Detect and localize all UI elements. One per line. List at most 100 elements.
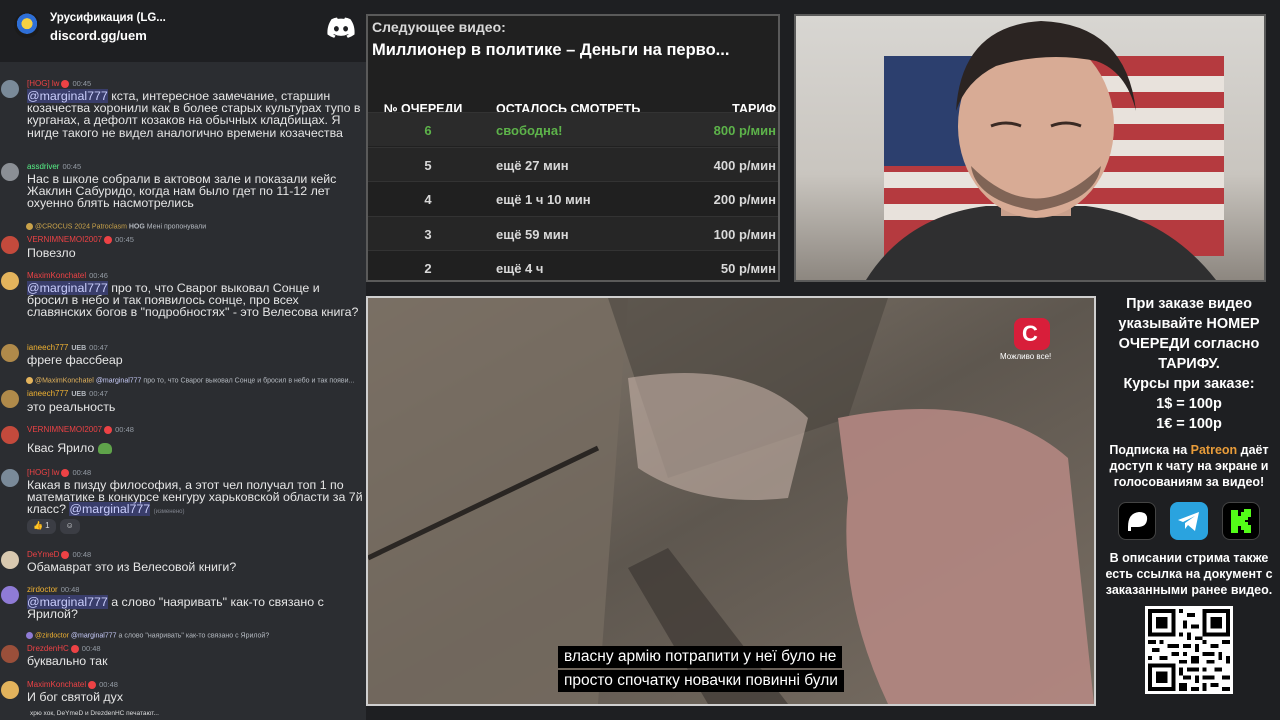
role-badge-icon — [70, 644, 79, 653]
timestamp: 00:48 — [99, 680, 118, 689]
avatar — [1, 469, 19, 487]
server-header: Урусификация (LG... discord.gg/uem — [0, 0, 366, 62]
table-row: 2 ещё 4 ч 50 р/мин — [368, 250, 778, 284]
timestamp: 00:45 — [72, 79, 92, 88]
message-text: И бог святой дух — [27, 690, 124, 704]
timestamp: 00:47 — [89, 343, 108, 352]
avatar — [1, 80, 19, 98]
message-text: Какая в пизду философия, а этот чел полу… — [27, 478, 363, 517]
table-row: 3 ещё 59 мин 100 р/мин — [368, 216, 778, 250]
timestamp: 00:48 — [115, 425, 134, 434]
subtitles: власну армію потрапити у неї було не про… — [558, 646, 898, 694]
avatar — [1, 272, 19, 290]
username[interactable]: VERNIMNEMOI2007 — [27, 235, 102, 244]
username[interactable]: [HOG] lw — [27, 79, 59, 88]
username[interactable]: zirdoctor — [27, 585, 58, 594]
username[interactable]: VERNIMNEMOI2007 — [27, 425, 102, 434]
avatar — [1, 426, 19, 444]
timestamp: 00:46 — [89, 271, 108, 280]
username[interactable]: ianeech777 — [27, 343, 68, 352]
avatar — [1, 236, 19, 254]
avatar — [1, 163, 19, 181]
channel-slogan: Можливо все! — [1000, 352, 1052, 361]
rate-usd: 1$ = 100р — [1156, 396, 1222, 412]
webcam-feed — [794, 14, 1266, 282]
avatar — [1, 344, 19, 362]
video-queue-panel: Следующее видео: Миллионер в политике – … — [366, 14, 780, 282]
patreon-icon[interactable] — [1118, 502, 1156, 540]
timestamp: 00:48 — [81, 644, 101, 653]
edited-label: (изменено) — [153, 509, 185, 516]
message-text: Нас в школе собрали в актовом зале и пок… — [27, 172, 337, 211]
next-video-title: Миллионер в политике – Деньги на перво..… — [372, 41, 730, 59]
kick-icon[interactable] — [1222, 502, 1260, 540]
timestamp: 00:48 — [72, 468, 92, 477]
username[interactable]: MaximKonchatel — [27, 680, 86, 689]
role-badge-icon — [61, 468, 70, 477]
timestamp: 00:45 — [62, 162, 82, 171]
description-note: В описании стрима также есть ссылка на д… — [1105, 551, 1273, 597]
user-mention[interactable]: @marginal777 — [69, 502, 151, 517]
message-text: @marginal777 кста, интересное замечание,… — [27, 89, 361, 140]
reply-preview[interactable]: @zirdoctor @marginal777 а слово "наярива… — [26, 632, 366, 639]
avatar — [1, 390, 19, 408]
avatar — [1, 586, 19, 604]
table-row: 4 ещё 1 ч 10 мин 200 р/мин — [368, 181, 778, 215]
reply-avatar-icon — [26, 377, 33, 384]
message-text: @marginal777 про то, что Сварог выковал … — [27, 281, 359, 320]
subtitle-line: власну армію потрапити у неї було не — [558, 646, 843, 668]
subtitle-line: просто спочатку новачки повинні були — [558, 670, 844, 692]
queue-table-header: № ОЧЕРЕДИ ОСТАЛОСЬ СМОТРЕТЬ ТАРИФ — [368, 84, 778, 116]
rates-title: Курсы при заказе: — [1123, 376, 1255, 392]
video-player[interactable]: С Можливо все! власну армію потрапити у … — [366, 296, 1096, 706]
patreon-info: Подписка на Patreon даёт доступ к чату н… — [1109, 443, 1269, 489]
role-badge-icon — [104, 235, 113, 244]
reaction-smile[interactable]: ☺ — [59, 519, 80, 534]
message-text: это реальность — [27, 400, 116, 414]
table-row: 5 ещё 27 мин 400 р/мин — [368, 147, 778, 181]
patreon-link[interactable]: Patreon — [1191, 443, 1238, 457]
rate-eur: 1€ = 100р — [1156, 416, 1222, 432]
reply-preview[interactable]: @MaximKonchatel @marginal777 про то, что… — [26, 377, 366, 384]
frog-emoji-icon — [97, 443, 112, 455]
order-instructions: При заказе видео указывайте НОМЕР ОЧЕРЕД… — [1118, 296, 1260, 372]
message-text: буквально так — [27, 654, 108, 668]
role-badge-icon — [61, 550, 70, 559]
avatar — [1, 551, 19, 569]
username[interactable]: assdriver — [27, 162, 59, 171]
avatar — [1, 681, 19, 699]
role-badge-icon — [88, 680, 97, 689]
role-badge-icon — [61, 79, 70, 88]
video-frame — [368, 298, 1094, 704]
user-tag: UEB — [71, 391, 87, 398]
username[interactable]: MaximKonchatel — [27, 271, 86, 280]
server-avatar — [14, 12, 40, 38]
reactions: 👍 1 ☺ — [27, 519, 80, 534]
message-text: Повезло — [27, 246, 76, 260]
channel-logo: С — [1014, 318, 1050, 350]
username[interactable]: ianeech777 — [27, 389, 68, 398]
username[interactable]: DeYmeD — [27, 550, 59, 559]
server-name: Урусификация (LG... — [50, 12, 166, 24]
server-invite-link[interactable]: discord.gg/uem — [50, 28, 147, 43]
next-video-heading: Следующее видео: — [372, 19, 506, 35]
telegram-icon[interactable] — [1170, 502, 1208, 540]
username[interactable]: DrezdenHC — [27, 644, 69, 653]
table-row: 6 свободна! 800 р/мин — [368, 112, 778, 146]
message-text: Квас Ярило — [27, 442, 363, 455]
qr-code-icon[interactable] — [1145, 606, 1233, 694]
social-icons — [1098, 502, 1280, 540]
timestamp: 00:48 — [72, 550, 92, 559]
reply-avatar-icon — [26, 223, 33, 230]
user-tag: UEB — [71, 345, 87, 352]
timestamp: 00:45 — [115, 235, 134, 244]
info-panel: При заказе видео указывайте НОМЕР ОЧЕРЕД… — [1098, 292, 1280, 720]
reaction-thumbs-up[interactable]: 👍 1 — [27, 519, 56, 534]
username[interactable]: [HOG] lw — [27, 468, 59, 477]
message-text: Обамаврат это из Велесовой книги? — [27, 560, 237, 574]
message-text: @marginal777 а слово "наяривать" как-то … — [27, 595, 324, 622]
typing-indicator: хрю хок, DeYmeD и DrezdenHC печатают... — [30, 710, 159, 717]
discord-icon — [327, 17, 355, 38]
timestamp: 00:47 — [89, 389, 108, 398]
reply-preview[interactable]: @CROCUS 2024 Patroclasm HOG Мені пропону… — [26, 223, 366, 230]
